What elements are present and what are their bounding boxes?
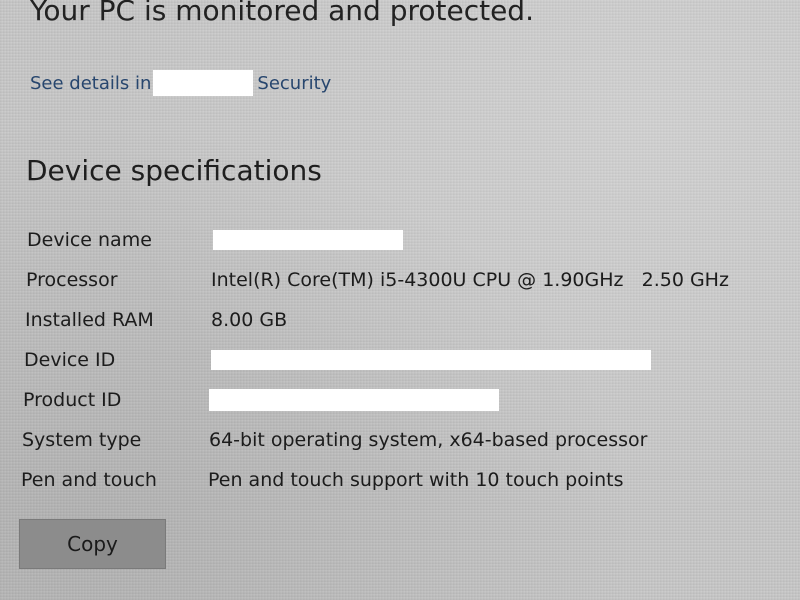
spec-value-product-id <box>209 389 499 411</box>
details-link-prefix: See details in <box>30 72 152 94</box>
redacted-device-id <box>211 350 651 370</box>
spec-row-device-id: Device ID <box>24 346 784 374</box>
spec-label-device-name: Device name <box>27 229 152 251</box>
spec-row-device-name: Device name <box>27 226 787 254</box>
spec-row-product-id: Product ID <box>23 386 783 414</box>
redacted-app-name <box>153 70 254 96</box>
protection-status-text: Your PC is monitored and protected. <box>30 0 534 27</box>
spec-row-installed-ram: Installed RAM 8.00 GB <box>25 306 785 334</box>
spec-row-system-type: System type 64-bit operating system, x64… <box>22 426 782 454</box>
see-details-security-link[interactable]: See details in Security <box>30 70 331 96</box>
spec-value-pen-and-touch: Pen and touch support with 10 touch poin… <box>208 469 624 491</box>
spec-label-system-type: System type <box>22 429 142 451</box>
spec-value-system-type: 64-bit operating system, x64-based proce… <box>209 429 648 451</box>
spec-row-pen-and-touch: Pen and touch Pen and touch support with… <box>21 466 781 494</box>
spec-value-device-name <box>213 230 403 250</box>
spec-row-processor: Processor Intel(R) Core(TM) i5-4300U CPU… <box>26 266 786 294</box>
spec-label-installed-ram: Installed RAM <box>25 309 154 331</box>
redacted-device-name <box>213 230 403 250</box>
spec-label-pen-and-touch: Pen and touch <box>21 469 157 491</box>
redacted-product-id <box>209 389 499 411</box>
spec-label-product-id: Product ID <box>23 389 122 411</box>
spec-label-device-id: Device ID <box>24 349 116 371</box>
copy-button[interactable]: Copy <box>19 519 166 569</box>
spec-value-processor: Intel(R) Core(TM) i5-4300U CPU @ 1.90GHz… <box>211 269 729 291</box>
device-specifications-heading: Device specifications <box>26 154 322 187</box>
spec-value-device-id <box>211 350 651 370</box>
details-link-suffix: Security <box>257 72 332 94</box>
spec-label-processor: Processor <box>26 269 118 291</box>
spec-value-installed-ram: 8.00 GB <box>211 309 288 331</box>
